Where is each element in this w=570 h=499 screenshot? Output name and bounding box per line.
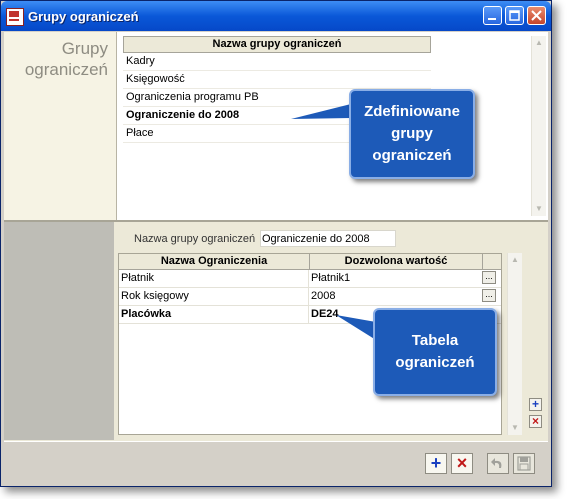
callout-restrictions-table: Tabela ograniczeń bbox=[373, 308, 497, 396]
callout-pointer-groups bbox=[291, 104, 351, 119]
callout-pointers bbox=[291, 104, 376, 340]
callout-pointer-table bbox=[336, 315, 376, 340]
callout-defined-groups: Zdefiniowane grupy ograniczeń bbox=[349, 89, 475, 179]
